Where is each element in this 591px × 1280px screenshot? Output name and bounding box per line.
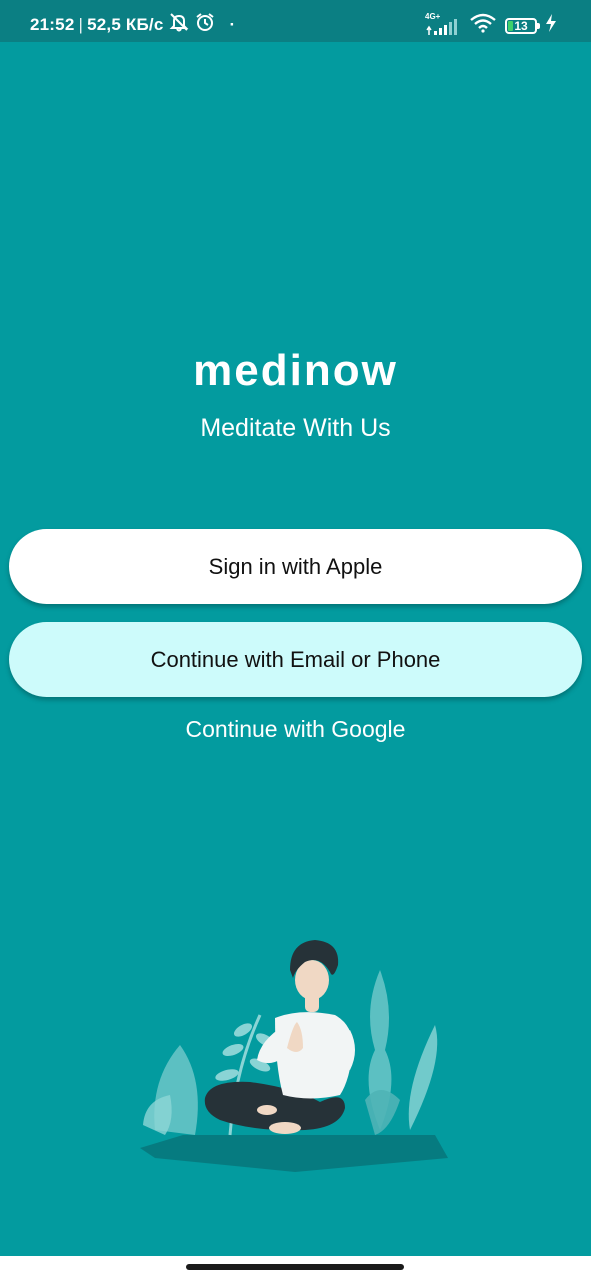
status-dot: · bbox=[229, 14, 236, 34]
continue-with-email-button[interactable]: Continue with Email or Phone bbox=[9, 622, 582, 697]
battery-level: 13 bbox=[514, 18, 528, 33]
status-speed: 52,5 КБ/с bbox=[87, 14, 164, 34]
status-time: 21:52 bbox=[30, 14, 75, 34]
wifi-icon bbox=[469, 13, 497, 38]
alarm-clock-icon bbox=[194, 12, 216, 37]
app-screen: 21:52 | 52,5 КБ/с · 4G+ 13 medinow Medit… bbox=[0, 0, 591, 1256]
muted-bell-icon bbox=[168, 12, 190, 37]
status-left: 21:52 | 52,5 КБ/с · bbox=[30, 12, 235, 37]
app-logo: medinow bbox=[193, 346, 398, 395]
home-indicator[interactable] bbox=[186, 1264, 404, 1270]
continue-with-google-link[interactable]: Continue with Google bbox=[0, 716, 591, 743]
status-separator: | bbox=[78, 14, 84, 34]
signal-icon: 4G+ bbox=[425, 12, 461, 36]
status-right: 4G+ 13 bbox=[425, 12, 557, 38]
charging-icon bbox=[545, 14, 557, 37]
app-tagline: Meditate With Us bbox=[200, 414, 391, 442]
sign-in-with-apple-button[interactable]: Sign in with Apple bbox=[9, 529, 582, 604]
meditating-person-illustration bbox=[140, 940, 448, 1172]
status-bar: 21:52 | 52,5 КБ/с · 4G+ 13 bbox=[0, 0, 591, 42]
battery-icon: 13 bbox=[505, 17, 540, 34]
